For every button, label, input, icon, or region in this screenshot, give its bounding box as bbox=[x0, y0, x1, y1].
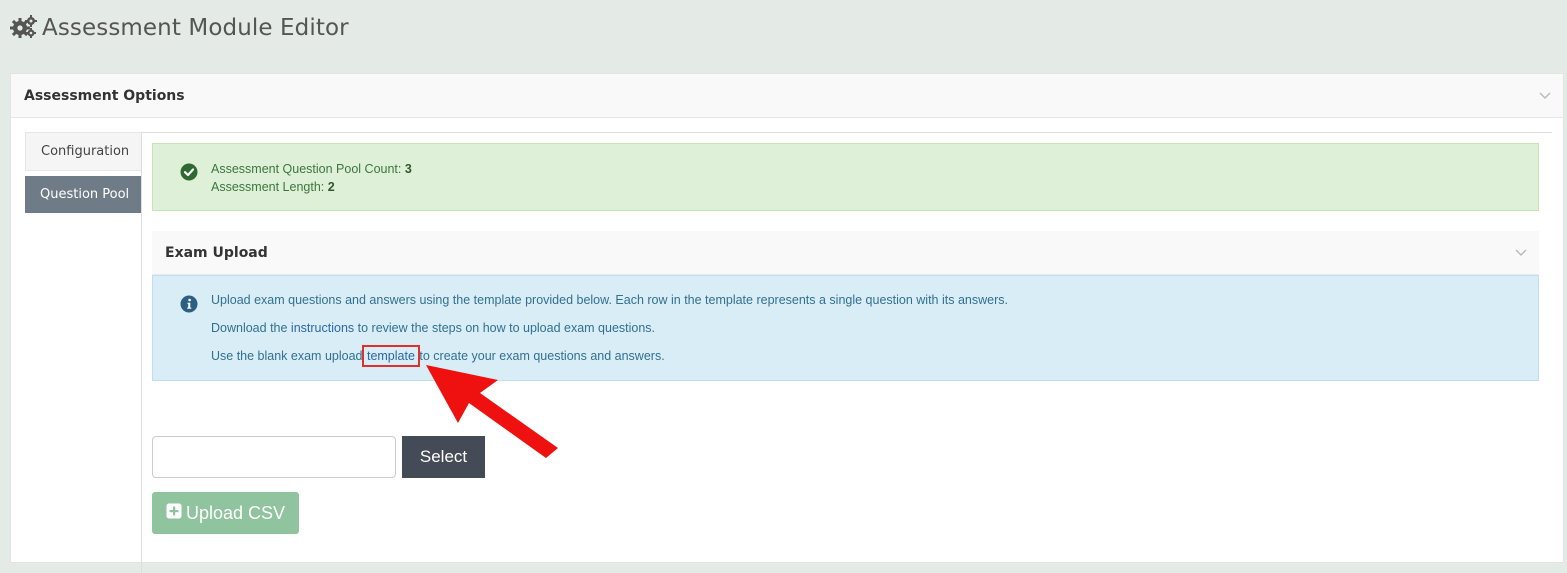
page-header: Assessment Module Editor bbox=[10, 12, 349, 44]
exam-upload-heading[interactable]: Exam Upload bbox=[152, 231, 1539, 275]
info-circle-icon bbox=[180, 295, 198, 313]
exam-upload-info: Upload exam questions and answers using … bbox=[152, 275, 1539, 381]
exam-upload-title: Exam Upload bbox=[165, 244, 268, 261]
file-path-input[interactable] bbox=[152, 436, 396, 478]
plus-square-icon bbox=[166, 503, 182, 524]
info-line-3: Use the blank exam upload template to cr… bbox=[211, 345, 665, 367]
pool-count-value: 3 bbox=[404, 162, 412, 176]
upload-csv-label: Upload CSV bbox=[185, 502, 286, 523]
info-line-1: Upload exam questions and answers using … bbox=[211, 293, 1008, 307]
template-link[interactable]: template bbox=[361, 345, 420, 367]
summary-text: Assessment Question Pool Count: 3 Assess… bbox=[211, 160, 412, 196]
upload-csv-button[interactable]: Upload CSV bbox=[152, 492, 299, 534]
gears-icon bbox=[10, 14, 38, 43]
assessment-options-heading[interactable]: Assessment Options bbox=[11, 74, 1563, 118]
pool-summary-alert: Assessment Question Pool Count: 3 Assess… bbox=[152, 143, 1539, 211]
page-title: Assessment Module Editor bbox=[42, 15, 349, 41]
tab-question-pool[interactable]: Question Pool bbox=[25, 176, 141, 213]
assessment-options-panel: Assessment Options Configuration Questio… bbox=[10, 73, 1564, 573]
select-file-button[interactable]: Select bbox=[402, 436, 485, 478]
question-pool-content: Assessment Question Pool Count: 3 Assess… bbox=[141, 132, 1552, 573]
panel-title: Assessment Options bbox=[24, 87, 185, 104]
assessment-length-line: Assessment Length: 2 bbox=[211, 180, 335, 194]
chevron-down-icon[interactable] bbox=[1539, 87, 1551, 105]
info-line-2: Download the instructions to review the … bbox=[211, 321, 656, 335]
check-circle-icon bbox=[180, 163, 198, 181]
pool-count-line: Assessment Question Pool Count: 3 bbox=[211, 162, 412, 176]
tab-configuration[interactable]: Configuration bbox=[25, 132, 141, 171]
instructions-link[interactable]: instructions bbox=[291, 321, 354, 335]
assessment-length-value: 2 bbox=[327, 180, 335, 194]
chevron-down-icon[interactable] bbox=[1515, 244, 1527, 262]
tab-list: Configuration Question Pool bbox=[25, 132, 141, 213]
